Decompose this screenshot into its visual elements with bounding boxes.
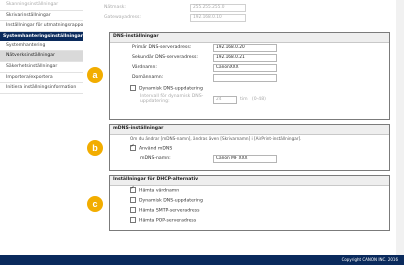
get-pop-label: Hämta POP-serveradress bbox=[139, 218, 197, 224]
scrollbar[interactable] bbox=[396, 0, 404, 255]
sidebar-item-printer-settings[interactable]: Skrivarinställningar bbox=[0, 11, 83, 22]
ddns-interval-input[interactable]: 24 bbox=[213, 96, 237, 104]
domain-name-label: Domännamn: bbox=[132, 75, 164, 80]
dhcp-option-row: Hämta värdnamn bbox=[130, 185, 180, 194]
sidebar-group-title: Systemhanteringsinställningar bbox=[0, 31, 83, 41]
dhcp-dynamic-dns-checkbox[interactable] bbox=[130, 196, 136, 203]
domain-name-input[interactable] bbox=[213, 74, 277, 82]
primary-dns-input[interactable]: 192.168.0.20 bbox=[213, 44, 277, 52]
dhcp-dynamic-dns-label: Dynamisk DNS-uppdatering bbox=[139, 198, 203, 204]
dns-settings-title: DNS-inställningar bbox=[110, 33, 389, 43]
gateway-row: Gatewayadress: 192.168.0.10 bbox=[104, 14, 246, 22]
sidebar-item-security-settings[interactable]: Säkerhetsinställningar bbox=[0, 62, 83, 73]
dhcp-option-row: Hämta SMTP-serveradress bbox=[130, 206, 200, 214]
dhcp-option-row: Dynamisk DNS-uppdatering bbox=[130, 196, 203, 204]
callout-badge-c: c bbox=[87, 196, 103, 212]
secondary-dns-input[interactable]: 192.168.0.21 bbox=[213, 54, 277, 62]
use-mdns-label: Använd mDNS bbox=[139, 146, 173, 152]
mdns-settings-section: mDNS-inställningar Om du ändrar [mDNS-na… bbox=[109, 124, 390, 171]
subnet-mask-row: Nätmask: 255.255.255.0 bbox=[104, 4, 246, 12]
mdns-note: Om du ändrar [mDNS-namn], ändras även [S… bbox=[130, 136, 302, 141]
dhcp-option-row: Hämta POP-serveradress bbox=[130, 216, 197, 224]
main-panel: Nätmask: 255.255.255.0 Gatewayadress: 19… bbox=[84, 0, 404, 255]
copyright-text: Copyright CANON INC. 2016 bbox=[341, 257, 398, 262]
subnet-mask-label: Nätmask: bbox=[104, 5, 126, 10]
gateway-field[interactable]: 192.168.0.10 bbox=[190, 14, 246, 22]
mdns-name-input[interactable]: Canon MF XXX bbox=[213, 155, 277, 163]
get-host-name-label: Hämta värdnamn bbox=[139, 188, 180, 194]
gateway-label: Gatewayadress: bbox=[104, 15, 141, 20]
dhcp-options-title: Inställningar för DHCP-alternativ bbox=[110, 176, 389, 186]
get-pop-checkbox[interactable] bbox=[130, 216, 136, 223]
callout-badge-b: b bbox=[87, 140, 103, 156]
mdns-settings-title: mDNS-inställningar bbox=[110, 125, 389, 135]
dynamic-dns-checkbox[interactable] bbox=[130, 84, 136, 91]
secondary-dns-label: Sekundär DNS-serveradress: bbox=[132, 55, 198, 60]
ddns-interval-label: Intervall för dynamisk DNS-uppdatering: bbox=[140, 94, 204, 105]
host-name-label: Värdnamn: bbox=[132, 65, 157, 70]
dhcp-options-section: Inställningar för DHCP-alternativ Hämta … bbox=[109, 175, 390, 231]
sidebar-item-initialize-settings[interactable]: Initiera inställningsinformation bbox=[0, 83, 83, 94]
get-smtp-checkbox[interactable] bbox=[130, 206, 136, 213]
sidebar-item-output-report[interactable]: Inställningar för utmatningsrapport bbox=[0, 21, 83, 32]
dns-settings-section: DNS-inställningar Primär DNS-serveradres… bbox=[109, 32, 390, 120]
mdns-name-label: mDNS-namn: bbox=[140, 156, 171, 161]
sidebar-item-scan-settings[interactable]: Skanningsinställningar bbox=[0, 0, 83, 11]
get-host-name-checkbox[interactable] bbox=[130, 185, 136, 193]
primary-dns-label: Primär DNS-serveradress: bbox=[132, 45, 192, 50]
sidebar-item-network-settings[interactable]: Nätverksinställningar bbox=[0, 51, 83, 62]
subnet-mask-field[interactable]: 255.255.255.0 bbox=[190, 4, 246, 12]
sidebar-item-system-management[interactable]: Systemhantering bbox=[0, 41, 83, 52]
callout-badge-a: a bbox=[87, 67, 103, 83]
sidebar: Skanningsinställningar Skrivarinställnin… bbox=[0, 0, 83, 255]
use-mdns-row: Använd mDNS bbox=[130, 143, 173, 152]
ddns-interval-unit: tim (0-48) bbox=[240, 97, 266, 102]
sidebar-item-import-export[interactable]: Importera/exportera bbox=[0, 73, 83, 84]
dynamic-dns-label: Dynamisk DNS-uppdatering bbox=[139, 86, 203, 92]
footer: Copyright CANON INC. 2016 bbox=[0, 255, 404, 265]
dynamic-dns-row: Dynamisk DNS-uppdatering bbox=[130, 84, 203, 92]
use-mdns-checkbox[interactable] bbox=[130, 143, 136, 151]
host-name-input[interactable]: CanonXXX bbox=[213, 64, 277, 72]
get-smtp-label: Hämta SMTP-serveradress bbox=[139, 208, 200, 214]
